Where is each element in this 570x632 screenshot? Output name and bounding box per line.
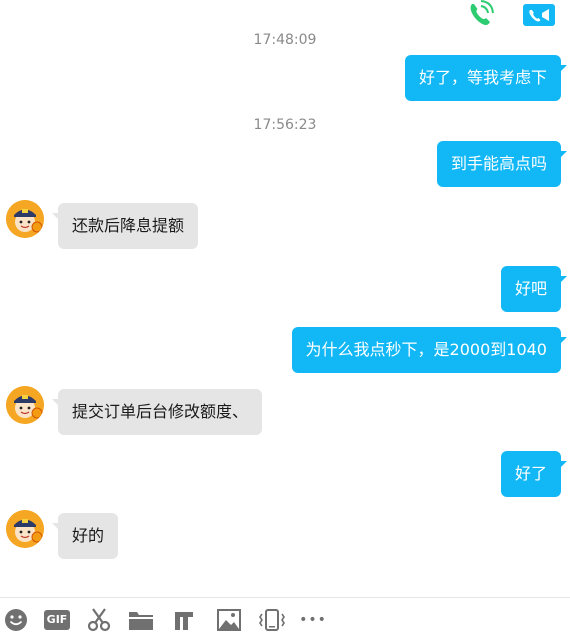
video-call-button[interactable] bbox=[522, 2, 556, 28]
outgoing-message-bubble[interactable]: 为什么我点秒下，是2000到1040 bbox=[291, 327, 568, 373]
video-call-icon bbox=[523, 4, 555, 26]
gif-button[interactable]: GIF bbox=[43, 608, 71, 632]
screenshot-scissors-icon bbox=[87, 608, 111, 632]
rich-text-button[interactable] bbox=[171, 608, 197, 632]
avatar-illustration bbox=[6, 200, 44, 238]
outgoing-message-bubble[interactable]: 好吧 bbox=[500, 266, 568, 312]
input-toolbar: GIF ••• bbox=[0, 597, 570, 632]
image-icon bbox=[217, 609, 241, 631]
emoji-icon bbox=[5, 609, 27, 631]
file-button[interactable] bbox=[127, 608, 155, 632]
incoming-message-bubble[interactable]: 还款后降息提额 bbox=[51, 203, 199, 249]
outgoing-message-bubble[interactable]: 到手能高点吗 bbox=[436, 141, 568, 187]
rich-text-icon bbox=[175, 612, 193, 630]
timestamp: 17:48:09 bbox=[253, 32, 317, 48]
more-icon: ••• bbox=[299, 612, 327, 628]
screenshot-button[interactable] bbox=[86, 608, 112, 632]
image-button[interactable] bbox=[216, 608, 242, 632]
avatar-illustration bbox=[6, 510, 44, 548]
folder-icon bbox=[129, 612, 153, 630]
incoming-message-bubble[interactable]: 提交订单后台修改额度、 bbox=[51, 389, 263, 435]
contact-avatar[interactable] bbox=[6, 386, 44, 424]
more-button[interactable]: ••• bbox=[298, 608, 328, 632]
outgoing-message-bubble[interactable]: 好了 bbox=[500, 451, 568, 497]
phone-call-icon bbox=[470, 0, 494, 26]
contact-avatar[interactable] bbox=[6, 510, 44, 548]
contact-avatar[interactable] bbox=[6, 200, 44, 238]
gif-icon: GIF bbox=[43, 610, 71, 630]
avatar-illustration bbox=[6, 386, 44, 424]
chat-message-area[interactable]: 17:48:09 好了，等我考虑下 17:56:23 到手能高点吗 还款后降息提… bbox=[0, 0, 570, 596]
voice-call-button[interactable] bbox=[464, 0, 500, 28]
outgoing-message-bubble[interactable]: 好了，等我考虑下 bbox=[404, 55, 568, 101]
timestamp: 17:56:23 bbox=[253, 117, 317, 133]
shake-icon bbox=[259, 609, 285, 631]
shake-button[interactable] bbox=[257, 608, 287, 632]
incoming-message-bubble[interactable]: 好的 bbox=[51, 513, 119, 559]
emoji-button[interactable] bbox=[3, 608, 29, 632]
